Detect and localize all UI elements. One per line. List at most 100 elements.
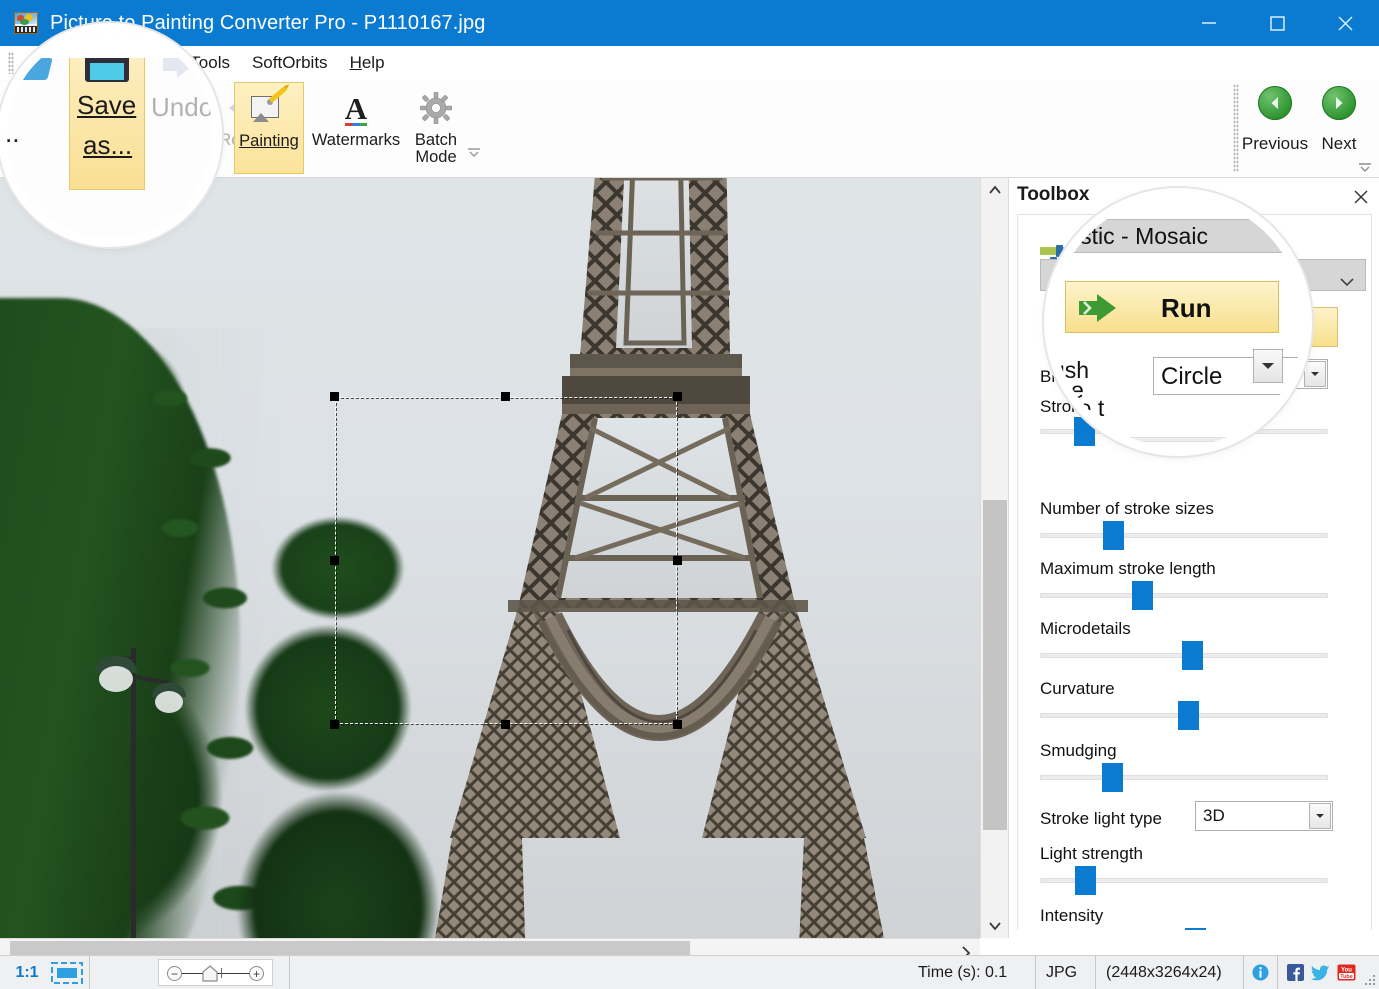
- ribbon-collapse-icon[interactable]: [1357, 161, 1373, 173]
- menu-item-softorbits[interactable]: SoftOrbits: [241, 50, 339, 76]
- green-right-arrow-icon: [1322, 86, 1356, 120]
- photo-eiffel-tower: [0, 178, 980, 938]
- slider-thumb[interactable]: [1182, 641, 1203, 670]
- zoom-home-marker-icon[interactable]: [202, 965, 218, 982]
- zoom-controls-cell: 1:1: [0, 956, 90, 989]
- lens-undo-label: Undo: [151, 92, 213, 123]
- resize-grip-icon[interactable]: [1363, 973, 1377, 987]
- image-canvas[interactable]: [0, 178, 980, 938]
- info-cell[interactable]: [1244, 956, 1278, 989]
- ribbon-group-expander-icon[interactable]: [466, 145, 482, 163]
- svg-text:Tube: Tube: [1340, 974, 1352, 980]
- lens-as-label: as...: [83, 130, 132, 161]
- painting-icon: [251, 88, 287, 130]
- stroke-light-type-label: Stroke light type: [1040, 809, 1162, 829]
- green-left-arrow-icon: [1258, 86, 1292, 120]
- curvature-label: Curvature: [1040, 679, 1115, 699]
- time-cell: Time (s): 0.1: [908, 956, 1036, 989]
- light-strength-slider[interactable]: [1040, 870, 1328, 890]
- maximum-stroke-length-label: Maximum stroke length: [1040, 559, 1216, 579]
- dropdown-arrow-icon[interactable]: [1309, 803, 1331, 829]
- dropdown-arrow-icon[interactable]: [1304, 361, 1326, 387]
- next-button[interactable]: Next: [1303, 86, 1375, 154]
- painting-label: Painting: [239, 132, 299, 150]
- dimensions-cell: (2448x3264x24): [1096, 956, 1244, 989]
- intensity-label: Intensity: [1040, 906, 1103, 926]
- lens-dropdown-arrow-icon[interactable]: [1253, 349, 1283, 383]
- slider-thumb[interactable]: [1075, 866, 1096, 895]
- stroke-light-type-dropdown[interactable]: 3D: [1195, 801, 1333, 831]
- smudging-label: Smudging: [1040, 741, 1117, 761]
- selection-handle-ml[interactable]: [330, 556, 339, 565]
- watermarks-button[interactable]: A Watermarks: [308, 82, 404, 174]
- stroke-light-type-value: 3D: [1203, 806, 1225, 825]
- status-bar: 1:1 − + Time (s):: [0, 955, 1379, 989]
- close-button[interactable]: [1311, 0, 1379, 46]
- info-icon: [1252, 964, 1269, 981]
- lens-add-files-label: Add: [7, 82, 9, 112]
- vertical-scroll-thumb[interactable]: [983, 500, 1007, 830]
- batch-mode-button[interactable]: Batch Mode: [400, 82, 472, 174]
- app-icon: [14, 12, 38, 34]
- menu-item-help[interactable]: Help: [339, 50, 396, 76]
- application-window: Picture to Painting Converter Pro - P111…: [0, 0, 1379, 989]
- lens-green-double-arrow-icon: [1077, 291, 1119, 330]
- facebook-icon[interactable]: [1287, 964, 1304, 981]
- selection-handle-tr[interactable]: [673, 392, 682, 401]
- twitter-icon[interactable]: [1311, 965, 1330, 981]
- scroll-down-button[interactable]: [981, 914, 1009, 938]
- fit-to-screen-icon[interactable]: [50, 960, 84, 986]
- format-cell: JPG: [1036, 956, 1096, 989]
- selection-handle-mr[interactable]: [673, 556, 682, 565]
- slider-thumb[interactable]: [1102, 763, 1123, 792]
- selection-handle-tc[interactable]: [501, 392, 510, 401]
- time-value: Time (s): 0.1: [908, 964, 1017, 982]
- painting-button[interactable]: Painting: [234, 82, 304, 174]
- lens-save-label: Save: [77, 90, 136, 121]
- zoom-slider-cell: − +: [90, 956, 290, 989]
- scroll-up-button[interactable]: [981, 178, 1009, 202]
- microdetails-slider[interactable]: [1040, 645, 1328, 665]
- zoom-slider[interactable]: − +: [158, 959, 273, 986]
- previous-button[interactable]: Previous: [1239, 86, 1311, 154]
- maximum-stroke-length-slider[interactable]: [1040, 585, 1328, 605]
- selection-rectangle[interactable]: [335, 397, 677, 724]
- next-label: Next: [1322, 134, 1357, 154]
- batch-mode-label-2: Mode: [415, 148, 456, 166]
- selection-handle-br[interactable]: [673, 720, 682, 729]
- selection-handle-bl[interactable]: [330, 720, 339, 729]
- light-strength-label: Light strength: [1040, 844, 1143, 864]
- youtube-icon[interactable]: You Tube: [1337, 964, 1356, 981]
- minimize-button[interactable]: [1175, 0, 1243, 46]
- zoom-ratio-button[interactable]: 1:1: [8, 959, 46, 986]
- gear-icon: [420, 87, 452, 129]
- toolbox-close-button[interactable]: [1350, 186, 1372, 208]
- format-value: JPG: [1036, 964, 1087, 982]
- magnifier-lens-toolbar: Add e(s)... F Save as... Un: [7, 32, 213, 238]
- smudging-slider[interactable]: [1040, 767, 1328, 787]
- window-controls: [1175, 0, 1379, 46]
- lens-brush-type-value: Circle: [1161, 363, 1222, 391]
- slider-thumb[interactable]: [1185, 928, 1206, 930]
- selection-handle-tl[interactable]: [330, 392, 339, 401]
- letter-a-icon: A: [345, 87, 367, 129]
- slider-thumb[interactable]: [1103, 521, 1124, 550]
- canvas-vertical-scrollbar[interactable]: [980, 178, 1008, 938]
- magnifier-lens-run: rtistic - Mosaic Run Brush e Stroke t es…: [1053, 197, 1303, 447]
- previous-label: Previous: [1242, 134, 1308, 154]
- zoom-out-icon[interactable]: −: [167, 966, 182, 981]
- maximize-button[interactable]: [1243, 0, 1311, 46]
- microdetails-label: Microdetails: [1040, 619, 1131, 639]
- slider-thumb[interactable]: [1178, 701, 1199, 730]
- number-of-stroke-sizes-slider[interactable]: [1040, 525, 1328, 545]
- number-of-stroke-sizes-label: Number of stroke sizes: [1040, 499, 1214, 519]
- dimensions-value: (2448x3264x24): [1096, 964, 1232, 982]
- curvature-slider[interactable]: [1040, 705, 1328, 725]
- svg-text:You: You: [1341, 967, 1352, 973]
- lens-add-files-label2: e(s)...: [7, 118, 19, 148]
- lens-run-label: Run: [1161, 293, 1212, 324]
- lens-stroke-thickness-label: Stroke t: [1053, 395, 1104, 422]
- slider-thumb[interactable]: [1132, 581, 1153, 610]
- zoom-in-icon[interactable]: +: [249, 966, 264, 981]
- selection-handle-bc[interactable]: [501, 720, 510, 729]
